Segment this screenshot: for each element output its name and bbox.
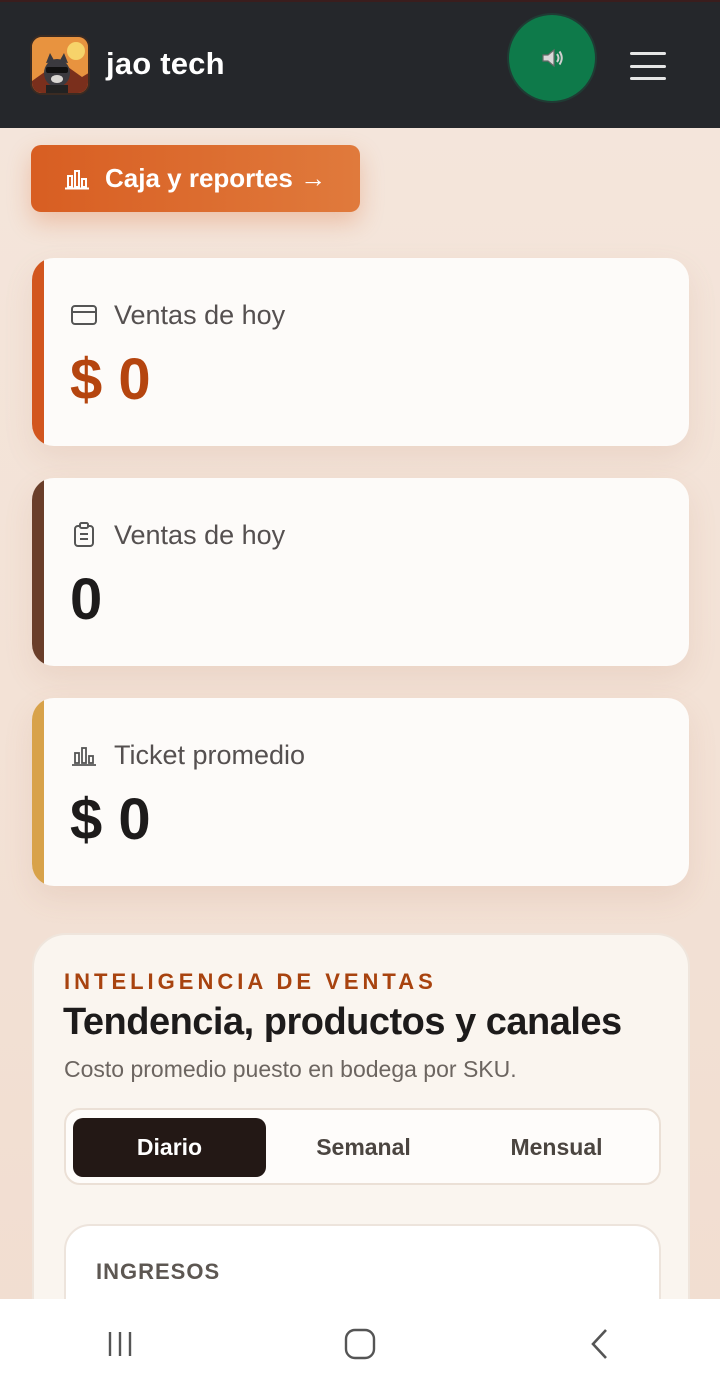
stat-card-sales-amount: Ventas de hoy $ 0 [32,258,689,446]
accent-bar [32,258,44,446]
raccoon-logo-icon[interactable] [30,35,90,95]
chart-icon [72,746,96,771]
stat-label: Ventas de hoy [114,300,286,330]
panel-title: INGRESOS [96,1259,221,1284]
tab-mensual[interactable]: Mensual [460,1118,653,1177]
accent-bar [32,698,44,886]
app-header: jao tech [0,0,720,128]
brand-name: jao tech [106,46,225,81]
sound-button[interactable] [509,15,595,101]
home-icon[interactable] [330,1319,390,1369]
speaker-icon [542,48,563,68]
accent-bar [32,478,44,666]
clipboard-icon [72,522,96,553]
section-subtitle: Costo promedio puesto en bodega por SKU. [64,1056,517,1082]
stat-card-sales-count: Ventas de hoy 0 [32,478,689,666]
stat-value: 0 [70,567,103,632]
stat-value: $ 0 [70,787,151,852]
period-segmented-control: Diario Semanal Mensual [64,1108,661,1185]
bar-chart-icon [65,168,89,190]
section-title: Tendencia, productos y canales [63,1001,622,1043]
stat-value: $ 0 [70,347,151,412]
tab-semanal[interactable]: Semanal [267,1118,460,1177]
caja-reportes-label: Caja y reportes → [105,163,327,193]
section-eyebrow: INTELIGENCIA DE VENTAS [64,969,437,994]
stat-label: Ventas de hoy [114,520,286,550]
recent-apps-icon[interactable] [90,1319,150,1369]
android-nav-bar [0,1299,720,1389]
stat-label: Ticket promedio [114,740,306,770]
back-icon[interactable] [570,1319,630,1369]
wallet-icon [70,304,98,331]
hamburger-menu-icon[interactable] [630,52,666,80]
caja-reportes-button[interactable]: Caja y reportes → [31,145,360,212]
tab-diario[interactable]: Diario [73,1118,266,1177]
stat-card-ticket-average: Ticket promedio $ 0 [32,698,689,886]
